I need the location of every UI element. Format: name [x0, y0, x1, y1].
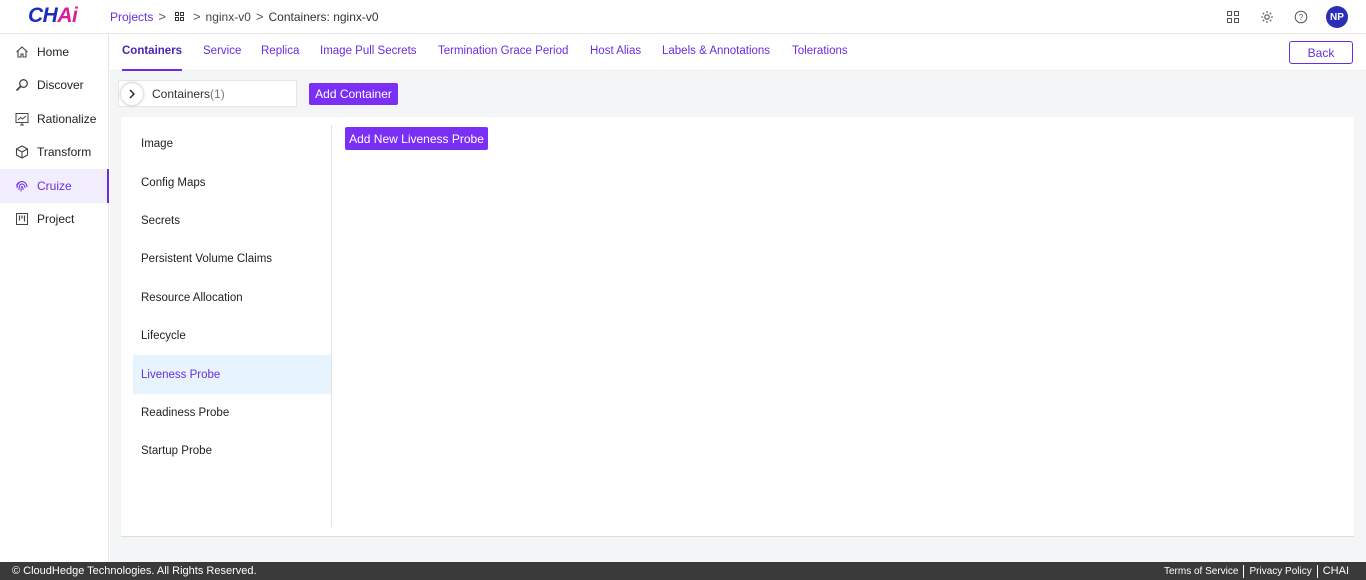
chai-logo[interactable]: CHAi [28, 4, 78, 28]
fingerprint-icon [14, 178, 30, 194]
tab-labels-annotations[interactable]: Labels & Annotations [662, 45, 770, 57]
tab-tolerations[interactable]: Tolerations [792, 45, 848, 57]
container-config-panel: Image Config Maps Secrets Persistent Vol… [121, 117, 1354, 537]
sidebar-item-label: Cruize [37, 178, 72, 193]
sidebar-item-rationalize[interactable]: Rationalize [0, 102, 108, 136]
breadcrumb-project[interactable]: nginx-v0 [206, 10, 251, 24]
sidebar-item-label: Project [37, 212, 75, 227]
tab-termination-grace-period[interactable]: Termination Grace Period [438, 45, 568, 57]
footer: © CloudHedge Technologies. All Rights Re… [0, 562, 1366, 580]
list-item-resource-allocation[interactable]: Resource Allocation [133, 279, 331, 317]
main-content: Containers Service Replica Image Pull Se… [110, 35, 1366, 562]
breadcrumb-current: Containers: nginx-v0 [268, 9, 379, 24]
tab-service[interactable]: Service [203, 45, 241, 57]
tab-replica[interactable]: Replica [261, 45, 299, 57]
apps-grid-icon[interactable] [1224, 8, 1242, 26]
list-item-image[interactable]: Image [133, 125, 331, 163]
config-section-list: Image Config Maps Secrets Persistent Vol… [133, 125, 332, 527]
privacy-policy-link[interactable]: Privacy Policy [1244, 566, 1316, 577]
add-container-button[interactable]: Add Container [309, 83, 398, 105]
settings-gear-icon[interactable] [1258, 8, 1276, 26]
svg-text:?: ? [1299, 13, 1304, 22]
terms-of-service-link[interactable]: Terms of Service [1159, 566, 1243, 577]
footer-brand: CHAI [1322, 565, 1349, 577]
containers-count: (1) [210, 86, 225, 101]
containers-selector: Containers(1) [118, 80, 297, 107]
chevron-right-icon: > [192, 9, 201, 24]
footer-links: Terms of Service Privacy Policy CHAI [1159, 564, 1354, 578]
sidebar-item-label: Transform [37, 145, 92, 160]
copyright-text: © CloudHedge Technologies. All Rights Re… [12, 565, 257, 577]
list-item-startup-probe[interactable]: Startup Probe [133, 432, 331, 470]
sidebar-item-label: Rationalize [37, 111, 97, 126]
list-item-secrets[interactable]: Secrets [133, 202, 331, 240]
cube-icon [14, 144, 30, 160]
user-avatar[interactable]: NP [1326, 6, 1348, 28]
list-item-liveness-probe[interactable]: Liveness Probe [133, 355, 331, 394]
chart-icon [14, 111, 30, 127]
back-button[interactable]: Back [1289, 41, 1353, 64]
tab-bar: Containers Service Replica Image Pull Se… [110, 35, 1366, 71]
help-icon[interactable]: ? [1292, 8, 1310, 26]
sidebar-item-label: Home [37, 44, 70, 59]
board-icon [14, 211, 30, 227]
sidebar-item-discover[interactable]: Discover [0, 69, 108, 103]
search-icon [14, 77, 30, 93]
tab-host-alias[interactable]: Host Alias [590, 45, 641, 57]
add-liveness-probe-button[interactable]: Add New Liveness Probe [345, 127, 488, 150]
list-item-readiness-probe[interactable]: Readiness Probe [133, 394, 331, 432]
chevron-right-icon: > [255, 9, 264, 24]
top-bar: CHAi Projects > > nginx-v0 > Containers:… [0, 0, 1366, 34]
sidebar-item-label: Discover [37, 78, 84, 93]
breadcrumb-projects-link[interactable]: Projects [110, 10, 153, 24]
header-actions: ? NP [1224, 6, 1348, 28]
sidebar-item-project[interactable]: Project [0, 203, 108, 237]
sidebar-item-cruize[interactable]: Cruize [0, 169, 109, 203]
list-item-config-maps[interactable]: Config Maps [133, 163, 331, 201]
list-item-persistent-volume-claims[interactable]: Persistent Volume Claims [133, 240, 331, 278]
breadcrumb: Projects > > nginx-v0 > Containers: ngin… [110, 9, 379, 24]
tab-image-pull-secrets[interactable]: Image Pull Secrets [320, 45, 417, 57]
chevron-right-icon: > [158, 9, 166, 24]
containers-label: Containers(1) [152, 86, 225, 101]
grid-icon [174, 12, 184, 21]
sidebar-item-transform[interactable]: Transform [0, 136, 108, 170]
chevron-right-icon [129, 89, 135, 98]
home-icon [14, 44, 30, 60]
sidebar: Home Discover Rationalize Transform Crui… [0, 35, 109, 562]
expand-containers-button[interactable] [121, 82, 143, 105]
tab-containers[interactable]: Containers [122, 45, 183, 71]
list-item-lifecycle[interactable]: Lifecycle [133, 317, 331, 355]
sidebar-item-home[interactable]: Home [0, 35, 108, 69]
